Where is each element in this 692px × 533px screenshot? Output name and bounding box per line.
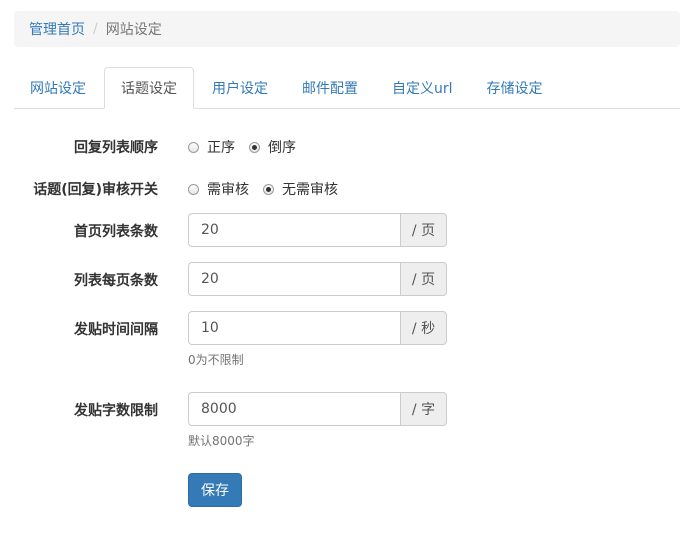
post-char-limit-input[interactable]: 8000 bbox=[188, 392, 400, 426]
radio-unchecked-icon[interactable] bbox=[188, 141, 199, 153]
reply-order-asc-label: 正序 bbox=[207, 140, 235, 156]
post-char-limit-unit: / 字 bbox=[400, 392, 447, 426]
post-interval-label: 发贴时间间隔 bbox=[74, 322, 158, 338]
per-page-count-label: 列表每页条数 bbox=[74, 273, 158, 289]
reply-order-desc-radio[interactable]: 倒序 bbox=[249, 137, 296, 157]
per-page-count-row: 列表每页条数 20 / 页 bbox=[0, 262, 692, 296]
post-char-limit-input-group: 8000 / 字 bbox=[188, 392, 447, 426]
radio-checked-icon[interactable] bbox=[249, 141, 260, 153]
post-char-limit-label: 发贴字数限制 bbox=[74, 403, 158, 419]
per-page-count-input-group: 20 / 页 bbox=[188, 262, 447, 296]
per-page-count-input[interactable]: 20 bbox=[188, 262, 400, 296]
post-interval-unit: / 秒 bbox=[400, 311, 447, 345]
review-not-required-radio[interactable]: 无需审核 bbox=[263, 179, 338, 199]
tab-topic-settings[interactable]: 话题设定 bbox=[104, 67, 194, 109]
radio-unchecked-icon[interactable] bbox=[188, 183, 199, 195]
reply-order-asc-radio[interactable]: 正序 bbox=[188, 137, 235, 157]
post-interval-input[interactable]: 10 bbox=[188, 311, 400, 345]
post-interval-row: 发贴时间间隔 10 / 秒 0为不限制 bbox=[0, 311, 692, 371]
review-switch-row: 话题(回复)审核开关 需审核 无需审核 bbox=[0, 179, 692, 199]
home-list-count-unit: / 页 bbox=[400, 213, 447, 247]
tab-site-settings[interactable]: 网站设定 bbox=[14, 67, 102, 108]
review-not-required-label: 无需审核 bbox=[282, 182, 338, 198]
reply-order-label: 回复列表顺序 bbox=[74, 140, 158, 156]
review-required-radio[interactable]: 需审核 bbox=[188, 179, 249, 199]
tab-user-settings[interactable]: 用户设定 bbox=[196, 67, 284, 108]
reply-order-desc-label: 倒序 bbox=[268, 140, 296, 156]
post-interval-help: 0为不限制 bbox=[188, 353, 244, 367]
post-interval-input-group: 10 / 秒 bbox=[188, 311, 447, 345]
home-list-count-input-group: 20 / 页 bbox=[188, 213, 447, 247]
radio-checked-icon[interactable] bbox=[263, 183, 274, 195]
home-list-count-row: 首页列表条数 20 / 页 bbox=[0, 213, 692, 247]
tab-storage-settings[interactable]: 存储设定 bbox=[471, 67, 559, 108]
breadcrumb: 管理首页 / 网站设定 bbox=[14, 11, 680, 47]
breadcrumb-separator: / bbox=[93, 21, 98, 37]
tab-mail-config[interactable]: 邮件配置 bbox=[286, 67, 374, 108]
review-switch-radio-group: 需审核 无需审核 bbox=[188, 179, 352, 199]
tab-custom-url[interactable]: 自定义url bbox=[376, 67, 469, 108]
review-switch-label: 话题(回复)审核开关 bbox=[33, 182, 158, 198]
post-char-limit-row: 发贴字数限制 8000 / 字 默认8000字 bbox=[0, 392, 692, 452]
save-button[interactable]: 保存 bbox=[188, 473, 242, 507]
per-page-count-unit: / 页 bbox=[400, 262, 447, 296]
home-list-count-input[interactable]: 20 bbox=[188, 213, 400, 247]
breadcrumb-home-link[interactable]: 管理首页 bbox=[29, 19, 85, 39]
breadcrumb-current: 网站设定 bbox=[105, 22, 162, 38]
post-char-limit-help: 默认8000字 bbox=[188, 434, 255, 448]
reply-order-radio-group: 正序 倒序 bbox=[188, 137, 310, 157]
review-required-label: 需审核 bbox=[207, 182, 249, 198]
reply-order-row: 回复列表顺序 正序 倒序 bbox=[0, 137, 692, 157]
home-list-count-label: 首页列表条数 bbox=[74, 224, 158, 240]
settings-tabs: 网站设定 话题设定 用户设定 邮件配置 自定义url 存储设定 bbox=[14, 67, 680, 109]
